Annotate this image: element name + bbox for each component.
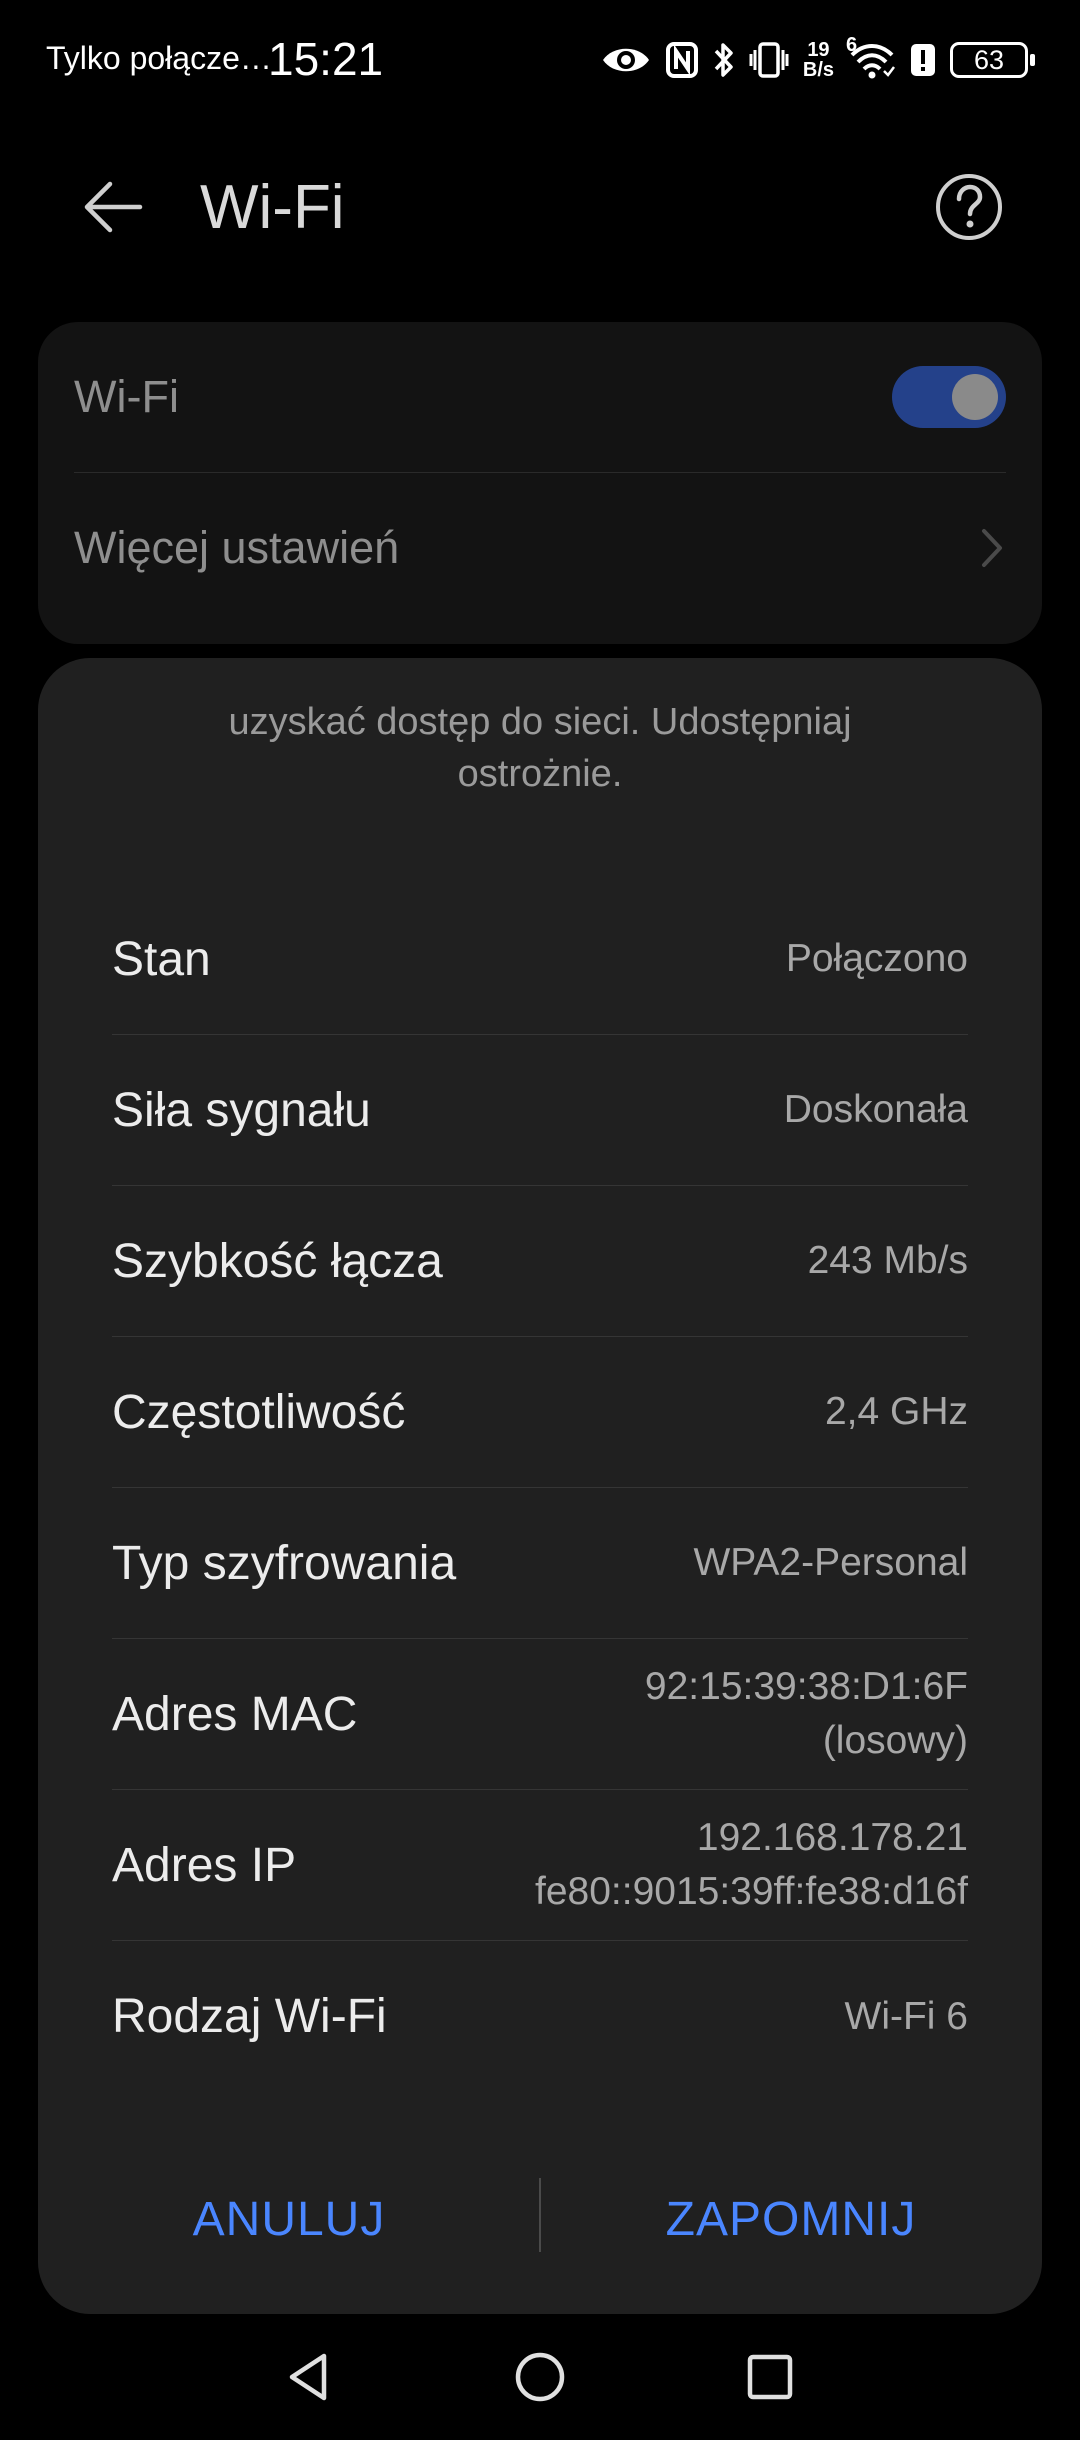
wifi-toggle-row[interactable]: Wi-Fi — [74, 322, 1006, 472]
detail-label: Stan — [112, 932, 211, 986]
nav-home-icon[interactable] — [505, 2342, 575, 2412]
wifi-toggle-label: Wi-Fi — [74, 371, 179, 422]
detail-value: 243 Mb/s — [808, 1234, 968, 1288]
status-icons: 19 B/s 6 63 — [601, 34, 1035, 86]
detail-value: WPA2-Personal — [693, 1536, 968, 1590]
speed-unit: B/s — [802, 59, 834, 81]
detail-value: Wi-Fi 6 — [845, 1990, 968, 2044]
detail-value-line: 243 Mb/s — [807, 1239, 968, 1282]
carrier-name: Tylko połącze… — [46, 40, 272, 76]
nav-back-icon[interactable] — [274, 2342, 344, 2412]
network-details-list: Stan Połączono Siła sygnału Doskonała Sz… — [112, 884, 968, 2092]
forget-network-button[interactable]: ZAPOMNIJ — [540, 2174, 1042, 2264]
detail-value-line: Wi-Fi 6 — [844, 1994, 968, 2038]
wifi-settings-card: Wi-Fi Więcej ustawień — [38, 322, 1042, 644]
detail-label: Rodzaj Wi-Fi — [112, 1990, 387, 2043]
detail-value-line-2: (losowy) — [822, 1719, 968, 1762]
detail-row-wifi-type: Rodzaj Wi-Fi Wi-Fi 6 — [112, 1941, 968, 2092]
cancel-button[interactable]: ANULUJ — [38, 2174, 540, 2264]
vibrate-icon — [749, 42, 789, 78]
detail-value-line-2: fe80::9015:39ff:fe38:d16f — [535, 1870, 968, 1913]
detail-row-mac-address: Adres MAC 92:15:39:38:D1:6F (losowy) — [112, 1639, 968, 1790]
detail-row-status: Stan Połączono — [112, 884, 968, 1035]
warning-line-1: uzyskać dostęp do sieci. Udostępniaj — [228, 701, 852, 743]
detail-label: Typ szyfrowania — [112, 1536, 457, 1590]
status-bar: Tylko połącze… 15:21 19 B/s 6 63 — [0, 0, 1080, 120]
detail-value: Doskonała — [784, 1083, 968, 1137]
detail-row-frequency: Częstotliwość 2,4 GHz — [112, 1337, 968, 1488]
detail-row-signal-strength: Siła sygnału Doskonała — [112, 1035, 968, 1186]
share-warning-text: uzyskać dostęp do sieci. Udostępniaj ost… — [98, 701, 982, 800]
app-header: Wi-Fi — [0, 150, 1080, 270]
detail-row-encryption: Typ szyfrowania WPA2-Personal — [112, 1488, 968, 1639]
bluetooth-icon — [714, 43, 733, 77]
detail-label: Siła sygnału — [112, 1083, 371, 1137]
back-arrow-icon[interactable] — [78, 172, 148, 242]
detail-value-line: 2,4 GHz — [824, 1390, 968, 1433]
chevron-right-icon — [982, 529, 1002, 567]
eye-icon — [602, 48, 649, 72]
more-settings-label: Więcej ustawień — [74, 522, 400, 573]
toggle-knob — [952, 374, 998, 420]
detail-value: 2,4 GHz — [825, 1385, 968, 1439]
warning-line-2: ostrożnie. — [457, 753, 623, 795]
detail-value: 92:15:39:38:D1:6F (losowy) — [645, 1660, 968, 1768]
detail-row-ip-address: Adres IP 192.168.178.21 fe80::9015:39ff:… — [112, 1790, 968, 1941]
detail-value-line: Połączono — [785, 937, 968, 980]
detail-value-line: Doskonała — [783, 1088, 968, 1131]
navigation-bar — [0, 2320, 1080, 2440]
more-settings-row[interactable]: Więcej ustawień — [74, 472, 1006, 623]
battery-icon: 63 — [950, 42, 1035, 78]
network-details-dialog: uzyskać dostęp do sieci. Udostępniaj ost… — [38, 658, 1042, 2314]
detail-value-line: 192.168.178.21 — [696, 1816, 968, 1859]
detail-value: 192.168.178.21 fe80::9015:39ff:fe38:d16f — [535, 1811, 968, 1919]
nav-recents-icon[interactable] — [735, 2342, 805, 2412]
detail-value-line: WPA2-Personal — [693, 1541, 968, 1584]
detail-label: Częstotliwość — [112, 1385, 406, 1439]
nfc-icon — [665, 42, 698, 78]
page-title: Wi-Fi — [200, 173, 345, 242]
speed-value: 19 — [807, 39, 830, 61]
clock: 15:21 — [268, 33, 384, 85]
detail-label: Adres MAC — [112, 1687, 358, 1741]
help-icon[interactable] — [934, 172, 1004, 242]
wifi-signal: 6 — [846, 35, 896, 79]
dialog-actions: ANULUJ ZAPOMNIJ — [38, 2134, 1042, 2314]
detail-row-link-speed: Szybkość łącza 243 Mb/s — [112, 1186, 968, 1337]
network-speed: 19 B/s — [803, 40, 834, 80]
detail-value: Połączono — [786, 932, 968, 986]
alert-icon — [911, 44, 935, 76]
wifi-standard-label: 6 — [846, 34, 858, 56]
detail-value-line: 92:15:39:38:D1:6F — [644, 1665, 968, 1708]
detail-label: Szybkość łącza — [112, 1234, 443, 1288]
detail-label: Adres IP — [112, 1838, 297, 1892]
wifi-toggle[interactable] — [892, 366, 1006, 428]
